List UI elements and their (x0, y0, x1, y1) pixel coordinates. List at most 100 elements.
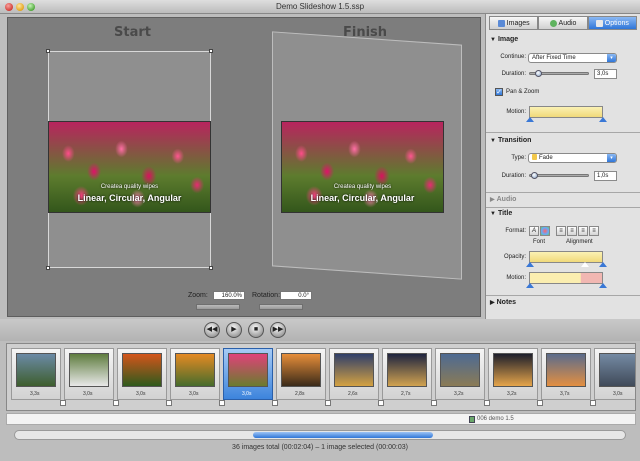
alignment-caption: Alignment (566, 239, 593, 245)
rotation-slider[interactable] (259, 304, 303, 310)
slide-thumbnail[interactable]: 3,2s (488, 348, 538, 400)
stop-button[interactable]: ■ (248, 322, 264, 338)
transition-icon[interactable] (113, 400, 119, 406)
resize-handle[interactable] (46, 266, 50, 270)
transition-duration-field[interactable]: 1,0s (594, 171, 617, 181)
transition-icon[interactable] (484, 400, 490, 406)
resize-handle[interactable] (46, 49, 50, 53)
tab-images[interactable]: Images (489, 16, 539, 30)
format-label: Format: (505, 228, 526, 234)
slide-thumbnail[interactable]: 3,0s (170, 348, 220, 400)
align-center-button[interactable]: ≡ (567, 226, 577, 236)
slide-image (387, 353, 427, 387)
zoom-slider[interactable] (196, 304, 240, 310)
slide-thumbnail[interactable]: 2,7s (382, 348, 432, 400)
rewind-button[interactable]: ◀◀ (204, 322, 220, 338)
slide-thumbnail[interactable]: 3,2s (435, 348, 485, 400)
audio-section-header[interactable]: ▶ Audio (490, 196, 516, 203)
resize-handle[interactable] (209, 49, 213, 53)
title-motion-start-marker[interactable] (526, 283, 534, 288)
tab-audio[interactable]: Audio (538, 16, 588, 30)
audio-file-icon (469, 416, 475, 423)
continue-label: Continue: (500, 54, 526, 60)
slide-duration: 3,0s (242, 391, 252, 397)
slide-thumbnail[interactable]: 3,0s (223, 348, 273, 400)
transition-icon[interactable] (537, 400, 543, 406)
slide-image (334, 353, 374, 387)
slide-thumbnail[interactable]: 2,6s (329, 348, 379, 400)
motion-end-marker[interactable] (599, 117, 607, 122)
slider-knob[interactable] (531, 172, 538, 179)
transition-icon[interactable] (431, 400, 437, 406)
transition-icon[interactable] (378, 400, 384, 406)
transition-icon[interactable] (590, 400, 596, 406)
color-button[interactable] (540, 226, 550, 236)
rotation-field[interactable]: 0.0° (280, 291, 312, 300)
slide-thumbnail[interactable]: 3,0s (64, 348, 114, 400)
image-duration-field[interactable]: 3,0s (594, 69, 617, 79)
font-button[interactable]: A (529, 226, 539, 236)
slide-image (493, 353, 533, 387)
slide-thumbnail[interactable]: 3,7s (541, 348, 591, 400)
scrollbar-thumb[interactable] (253, 432, 433, 438)
options-panel: Images Audio Options ▼ Image Continue: Af… (485, 14, 640, 319)
slide-image (175, 353, 215, 387)
caption-line1: Createa quality wipes (333, 184, 392, 190)
slider-knob[interactable] (535, 70, 542, 77)
tab-options[interactable]: Options (587, 16, 637, 30)
rotation-label: Rotation: (252, 292, 281, 299)
align-justify-button[interactable]: ≡ (589, 226, 599, 236)
images-icon (497, 19, 505, 27)
slide-image (281, 353, 321, 387)
opacity-start-marker[interactable] (526, 262, 534, 267)
slide-image (546, 353, 586, 387)
transition-type-select[interactable]: Fade ▾ (528, 153, 617, 163)
fast-forward-button[interactable]: ▶▶ (270, 322, 286, 338)
align-left-button[interactable]: ≡ (556, 226, 566, 236)
notes-section-header[interactable]: ▶ Notes (490, 299, 516, 306)
slide-thumbnail[interactable]: 3,0s (117, 348, 167, 400)
opacity-end-marker[interactable] (599, 262, 607, 267)
transition-duration-slider[interactable] (529, 174, 589, 177)
transition-icon[interactable] (272, 400, 278, 406)
audio-icon (549, 19, 557, 27)
caption-line1: Createa quality wipes (100, 184, 159, 190)
pan-zoom-checkbox[interactable]: ✓ (495, 88, 503, 96)
audio-track[interactable]: 006 demo 1.5 (6, 413, 636, 425)
transition-section-header[interactable]: ▼ Transition (490, 137, 531, 144)
opacity-bar[interactable] (529, 251, 603, 263)
finish-photo: Createa quality wipes Linear, Circular, … (281, 121, 444, 213)
slide-thumbnail[interactable]: 3,0s (594, 348, 635, 400)
resize-handle[interactable] (209, 266, 213, 270)
stop-icon: ■ (253, 326, 259, 333)
zoom-label: Zoom: (188, 292, 208, 299)
select-arrow-icon: ▾ (607, 54, 616, 62)
status-text: 36 images total (00:02:04) – 1 image sel… (232, 444, 408, 451)
start-photo: Createa quality wipes Linear, Circular, … (48, 121, 211, 213)
transition-icon[interactable] (325, 400, 331, 406)
image-section-header[interactable]: ▼ Image (490, 36, 518, 43)
disclosure-open-icon: ▼ (490, 211, 496, 217)
fade-icon (532, 154, 537, 161)
slide-thumbnail[interactable]: 3,3s (11, 348, 61, 400)
continue-select[interactable]: After Fixed Time ▾ (528, 53, 617, 63)
transition-icon[interactable] (166, 400, 172, 406)
zoom-field[interactable]: 160.0% (213, 291, 245, 300)
transition-icon[interactable] (60, 400, 66, 406)
opacity-point-marker[interactable] (581, 262, 589, 267)
title-bar: Demo Slideshow 1.5.ssp (0, 0, 640, 14)
image-motion-bar[interactable] (529, 106, 603, 118)
title-motion-end-marker[interactable] (599, 283, 607, 288)
align-right-button[interactable]: ≡ (578, 226, 588, 236)
transition-icon[interactable] (219, 400, 225, 406)
motion-start-marker[interactable] (526, 117, 534, 122)
timeline-scrollbar[interactable] (14, 430, 626, 440)
font-caption: Font (533, 239, 546, 245)
disclosure-closed-icon: ▶ (490, 300, 495, 306)
slide-thumbnail[interactable]: 2,8s (276, 348, 326, 400)
opacity-label: Opacity: (503, 254, 526, 260)
title-section-header[interactable]: ▼ Title (490, 210, 512, 217)
title-motion-bar[interactable] (529, 272, 603, 284)
play-button[interactable]: ▶ (226, 322, 242, 338)
slide-image (16, 353, 56, 387)
